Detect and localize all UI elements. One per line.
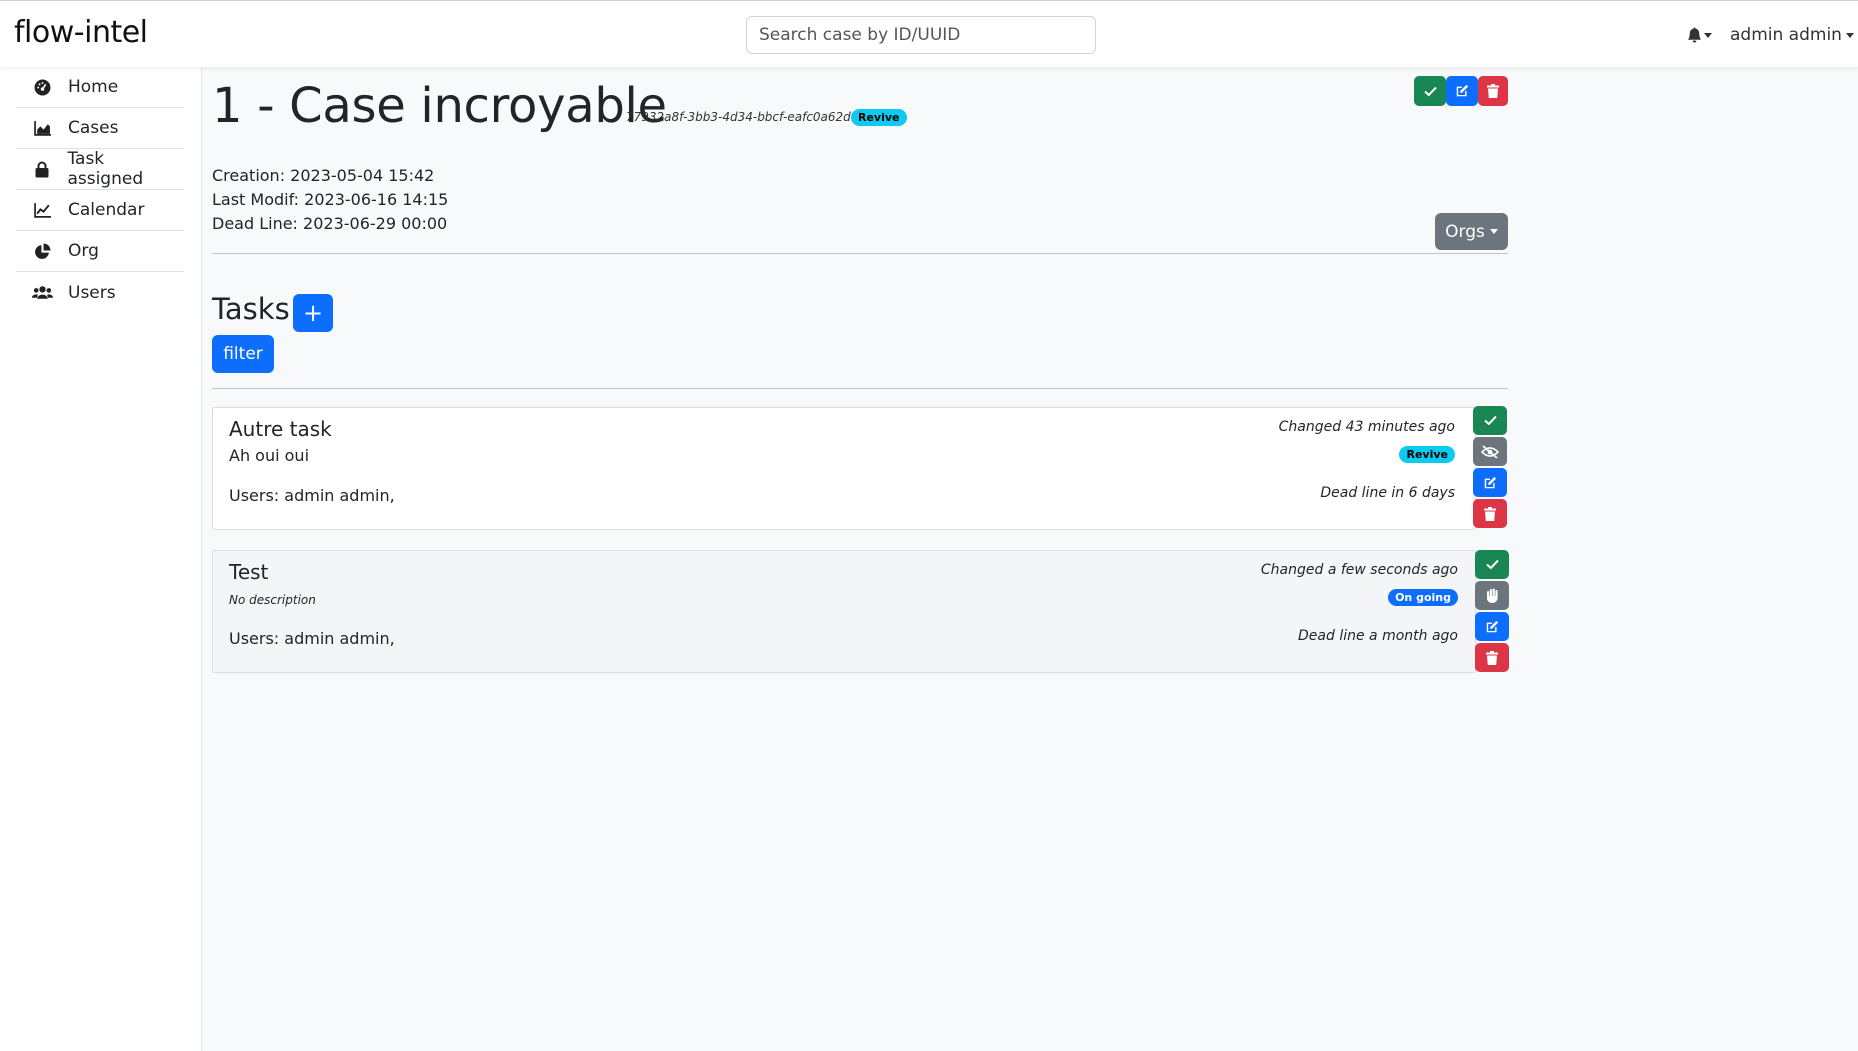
sidebar-item-label: Task assigned <box>67 149 144 189</box>
case-status-badge: Revive <box>851 109 907 126</box>
take-task-button[interactable] <box>1475 581 1509 610</box>
top-navbar: flow-intel admin admin <box>0 0 1858 67</box>
eye-slash-icon <box>1481 444 1499 459</box>
user-name: admin admin <box>1730 25 1842 45</box>
sidebar-item-label: Cases <box>68 118 119 138</box>
sidebar-item-label: Org <box>68 241 99 261</box>
edit-icon <box>1484 476 1497 488</box>
bell-icon <box>1687 27 1702 43</box>
edit-task-button[interactable] <box>1473 468 1507 497</box>
trash-icon <box>1486 650 1498 665</box>
edit-icon <box>1456 84 1469 97</box>
user-menu[interactable]: admin admin <box>1730 23 1854 47</box>
check-icon <box>1423 86 1437 96</box>
check-icon <box>1485 559 1499 570</box>
sidebar-item-label: Users <box>68 282 116 303</box>
delete-case-button[interactable] <box>1478 76 1508 106</box>
tasks-heading: Tasks <box>212 292 290 326</box>
task-users: Users: admin admin, <box>229 486 395 505</box>
case-creation-date: Creation: 2023-05-04 15:42 <box>212 166 435 185</box>
trash-icon <box>1484 506 1496 521</box>
divider <box>212 388 1508 389</box>
case-title: 1 - Case incroyable <box>212 78 667 134</box>
check-icon <box>1483 415 1497 426</box>
chevron-down-icon <box>1489 229 1498 234</box>
chevron-down-icon <box>1845 32 1854 38</box>
task-status-badge: On going <box>1388 589 1458 606</box>
search-input[interactable] <box>746 16 1096 54</box>
task-users: Users: admin admin, <box>229 629 395 648</box>
complete-task-button[interactable] <box>1475 550 1509 579</box>
sidebar-item-cases[interactable]: Cases <box>16 108 184 149</box>
sidebar-item-label: Home <box>68 77 119 97</box>
notifications-dropdown[interactable] <box>1687 23 1717 47</box>
chart-area-icon <box>16 120 68 136</box>
complete-task-button[interactable] <box>1473 406 1507 435</box>
task-title[interactable]: Autre task <box>229 417 332 441</box>
task-card: Autre task Ah oui oui Users: admin admin… <box>212 407 1476 530</box>
sidebar: Home Cases Task assigned Calendar Org Us… <box>0 67 202 1051</box>
case-uuid: 77932a8f-3bb3-4d34-bbcf-eafc0a62dfae <box>626 110 870 124</box>
gauge-icon <box>16 79 68 96</box>
case-deadline: Dead Line: 2023-06-29 00:00 <box>212 214 448 233</box>
sidebar-item-users[interactable]: Users <box>16 272 184 313</box>
edit-icon <box>1486 620 1499 632</box>
task-changed-time: Changed 43 minutes ago <box>1278 419 1455 435</box>
notify-task-button[interactable] <box>1473 437 1507 466</box>
delete-task-button[interactable] <box>1475 643 1509 672</box>
sidebar-item-label: Calendar <box>68 200 145 220</box>
delete-task-button[interactable] <box>1473 499 1507 528</box>
edit-task-button[interactable] <box>1475 612 1509 641</box>
chart-line-icon <box>16 202 68 218</box>
task-changed-time: Changed a few seconds ago <box>1260 562 1458 578</box>
task-status-badge: Revive <box>1399 446 1455 463</box>
sidebar-item-calendar[interactable]: Calendar <box>16 190 184 231</box>
edit-case-button[interactable] <box>1446 76 1478 106</box>
task-description: No description <box>229 593 316 607</box>
complete-case-button[interactable] <box>1414 76 1446 106</box>
trash-icon <box>1487 84 1499 98</box>
sidebar-item-home[interactable]: Home <box>16 67 184 108</box>
task-deadline: Dead line a month ago <box>1298 628 1458 644</box>
task-description: Ah oui oui <box>229 446 310 465</box>
sidebar-item-task-assigned[interactable]: Task assigned <box>16 149 184 190</box>
users-icon <box>16 285 68 300</box>
add-task-button[interactable]: + <box>293 294 333 332</box>
sidebar-item-org[interactable]: Org <box>16 231 184 272</box>
lock-icon <box>16 161 67 178</box>
hand-icon <box>1486 588 1498 603</box>
task-card: Test No description Users: admin admin, … <box>212 550 1476 673</box>
case-last-modif: Last Modif: 2023-06-16 14:15 <box>212 190 449 209</box>
divider <box>212 253 1508 254</box>
filter-button[interactable]: filter <box>212 335 274 373</box>
brand-logo[interactable]: flow-intel <box>14 15 148 50</box>
orgs-label: Orgs <box>1445 221 1485 242</box>
chart-pie-icon <box>16 243 68 260</box>
task-deadline: Dead line in 6 days <box>1320 485 1455 501</box>
task-title[interactable]: Test <box>229 560 268 584</box>
orgs-dropdown-button[interactable]: Orgs <box>1435 213 1508 250</box>
chevron-down-icon <box>1704 32 1712 38</box>
